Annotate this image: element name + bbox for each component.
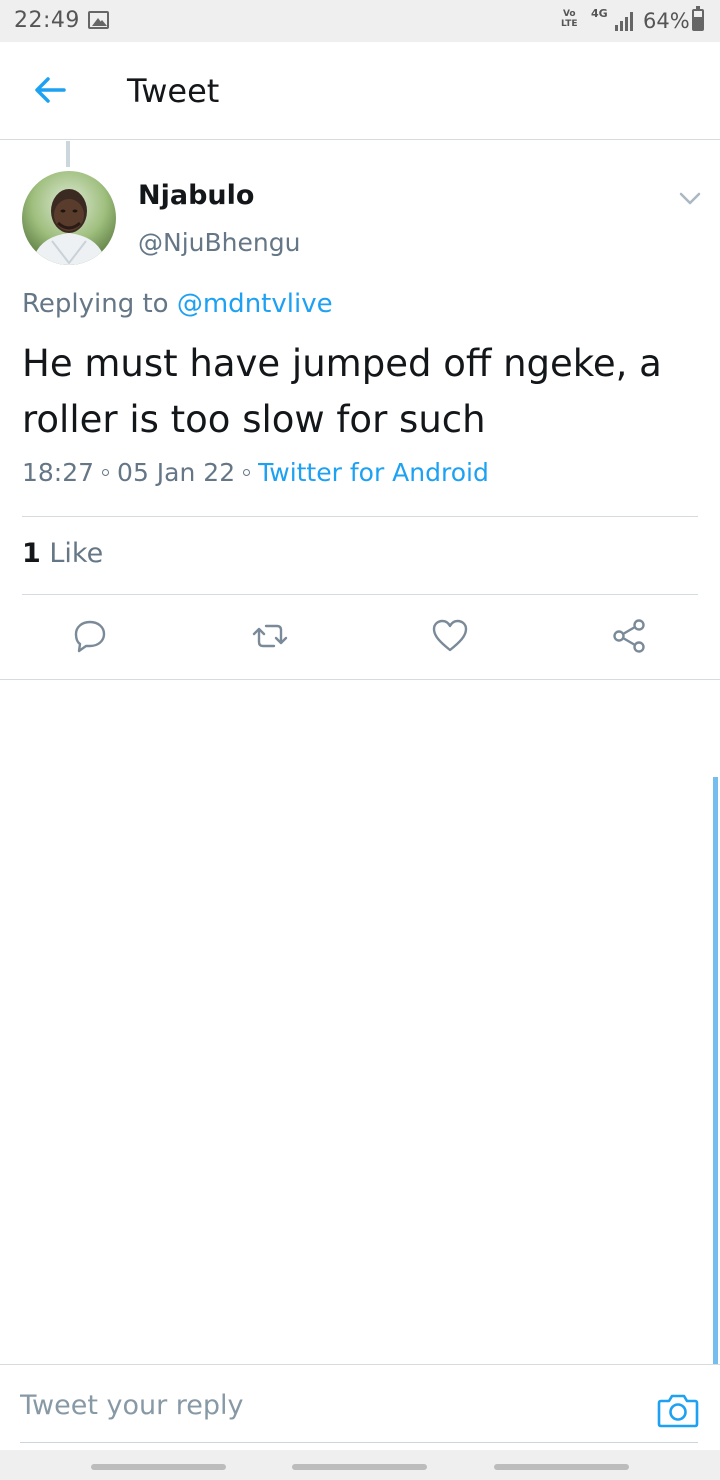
nav-recents-pill[interactable] [494, 1464, 629, 1470]
reply-context: Replying to @mdntvlive [22, 289, 333, 319]
heart-icon [432, 619, 468, 652]
reply-input-underline [20, 1442, 698, 1443]
like-button[interactable] [430, 616, 470, 656]
arrow-left-icon [35, 77, 66, 103]
divider [0, 679, 720, 680]
camera-button[interactable] [656, 1390, 700, 1430]
back-button[interactable] [28, 68, 72, 112]
scrollbar[interactable] [713, 777, 718, 1364]
reply-input[interactable] [20, 1380, 640, 1430]
battery-icon [692, 6, 704, 31]
image-notification-icon [88, 11, 109, 29]
tweet-text: He must have jumped off ngeke, a roller … [22, 342, 662, 441]
nav-home-pill[interactable] [292, 1464, 427, 1470]
retweet-button[interactable] [250, 616, 290, 656]
tweet-source-link[interactable]: Twitter for Android [258, 458, 489, 487]
reply-icon [74, 620, 106, 653]
reply-mention-link[interactable]: @mdntvlive [177, 289, 333, 319]
tweet-time: 18:27 [22, 458, 95, 487]
like-label: Like [49, 538, 104, 569]
reply-prefix: Replying to [22, 289, 169, 319]
signal-strength-icon [615, 11, 635, 31]
like-count: 1 [22, 538, 41, 569]
battery-percent: 64% [643, 9, 690, 33]
avatar[interactable] [22, 171, 116, 265]
navigation-bar [0, 1450, 720, 1480]
tweet-menu-button[interactable] [676, 184, 704, 212]
author-name[interactable]: Njabulo [138, 180, 254, 211]
likes-stat[interactable]: 1 Like [22, 538, 103, 569]
tweet-date: 05 Jan 22 [117, 458, 236, 487]
divider [22, 516, 698, 517]
page-title: Tweet [127, 72, 220, 110]
status-bar: 22:49 Vo LTE 4G 64% [0, 0, 720, 42]
battery-level [694, 17, 702, 29]
chevron-down-icon [679, 192, 701, 205]
network-type-indicator: 4G [591, 7, 608, 20]
volte-indicator: Vo LTE [561, 9, 578, 29]
share-button[interactable] [609, 616, 649, 656]
app-header: Tweet [0, 42, 720, 140]
separator-dot-icon [243, 468, 251, 476]
retweet-icon [252, 624, 288, 648]
divider [22, 594, 698, 595]
nav-back-pill[interactable] [91, 1464, 226, 1470]
separator-dot-icon [102, 468, 110, 476]
reply-button[interactable] [70, 616, 110, 656]
tweet-meta: 18:27 05 Jan 22 Twitter for Android [22, 458, 489, 487]
status-time: 22:49 [14, 8, 80, 33]
thread-connector [66, 141, 70, 167]
author-handle[interactable]: @NjuBhengu [138, 228, 300, 257]
share-icon [613, 619, 645, 653]
camera-icon [657, 1394, 699, 1428]
